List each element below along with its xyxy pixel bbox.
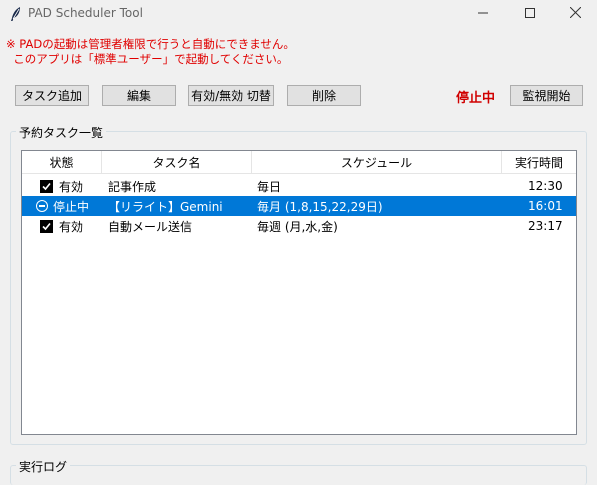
task-list-group-label: 予約タスク一覧: [16, 124, 107, 141]
schedule-cell: 毎月 (1,8,15,22,29日): [257, 199, 383, 214]
execution-log-group: 実行ログ: [10, 458, 587, 485]
minimize-icon: [478, 7, 488, 21]
schedule-cell: 毎日: [257, 179, 282, 194]
add-task-button[interactable]: タスク追加: [15, 85, 89, 106]
table-header: 状態 タスク名 スケジュール 実行時間: [22, 151, 576, 174]
task-list-table[interactable]: 状態 タスク名 スケジュール 実行時間 有効 記事作成 毎日 12:30 停止中…: [21, 150, 577, 435]
minimize-button[interactable]: [460, 0, 506, 28]
column-header-schedule[interactable]: スケジュール: [252, 151, 502, 173]
warning-message: ※ PADの起動は管理者権限で行うと自動にできません。 このアプリは「標準ユーザ…: [6, 37, 295, 67]
toggle-enabled-button[interactable]: 有効/無効 切替: [188, 85, 274, 106]
table-row[interactable]: 停止中 【リライト】Gemini 毎月 (1,8,15,22,29日) 16:0…: [22, 196, 576, 216]
status-text: 有効: [59, 219, 84, 234]
minus-circle-icon: [36, 200, 48, 212]
window-title: PAD Scheduler Tool: [28, 6, 143, 20]
status-cell: 有効: [40, 176, 83, 196]
schedule-cell: 毎週 (月,水,金): [257, 219, 338, 234]
table-row[interactable]: 有効 自動メール送信 毎週 (月,水,金) 23:17: [22, 216, 576, 236]
task-name-cell: 記事作成: [108, 179, 157, 194]
time-cell: 16:01: [528, 199, 563, 213]
status-text: 有効: [59, 179, 84, 194]
task-name-cell: 【リライト】Gemini: [108, 199, 223, 214]
edit-button[interactable]: 編集: [102, 85, 176, 106]
delete-button[interactable]: 削除: [287, 85, 361, 106]
execution-log-group-label: 実行ログ: [16, 458, 71, 475]
close-button[interactable]: [552, 0, 597, 28]
column-header-status[interactable]: 状態: [22, 151, 102, 173]
time-cell: 12:30: [528, 179, 563, 193]
status-text: 停止中: [53, 199, 90, 214]
feather-icon: [8, 6, 24, 22]
warning-line-1: ※ PADの起動は管理者権限で行うと自動にできません。: [6, 37, 295, 51]
column-header-time[interactable]: 実行時間: [502, 151, 576, 173]
monitor-status-label: 停止中: [456, 91, 496, 106]
warning-line-2: このアプリは「標準ユーザー」で起動してください。: [6, 52, 289, 66]
start-monitor-button[interactable]: 監視開始: [510, 85, 583, 106]
checkbox-checked-icon: [40, 179, 53, 193]
time-cell: 23:17: [528, 219, 563, 233]
checkbox-checked-icon: [40, 219, 53, 233]
maximize-button[interactable]: [507, 0, 553, 28]
column-header-task-name[interactable]: タスク名: [102, 151, 252, 173]
table-row[interactable]: 有効 記事作成 毎日 12:30: [22, 176, 576, 196]
status-cell: 停止中: [36, 196, 89, 216]
maximize-icon: [525, 7, 535, 21]
title-bar: PAD Scheduler Tool: [0, 0, 597, 28]
close-icon: [569, 6, 581, 21]
status-cell: 有効: [40, 216, 83, 236]
task-name-cell: 自動メール送信: [108, 219, 193, 234]
